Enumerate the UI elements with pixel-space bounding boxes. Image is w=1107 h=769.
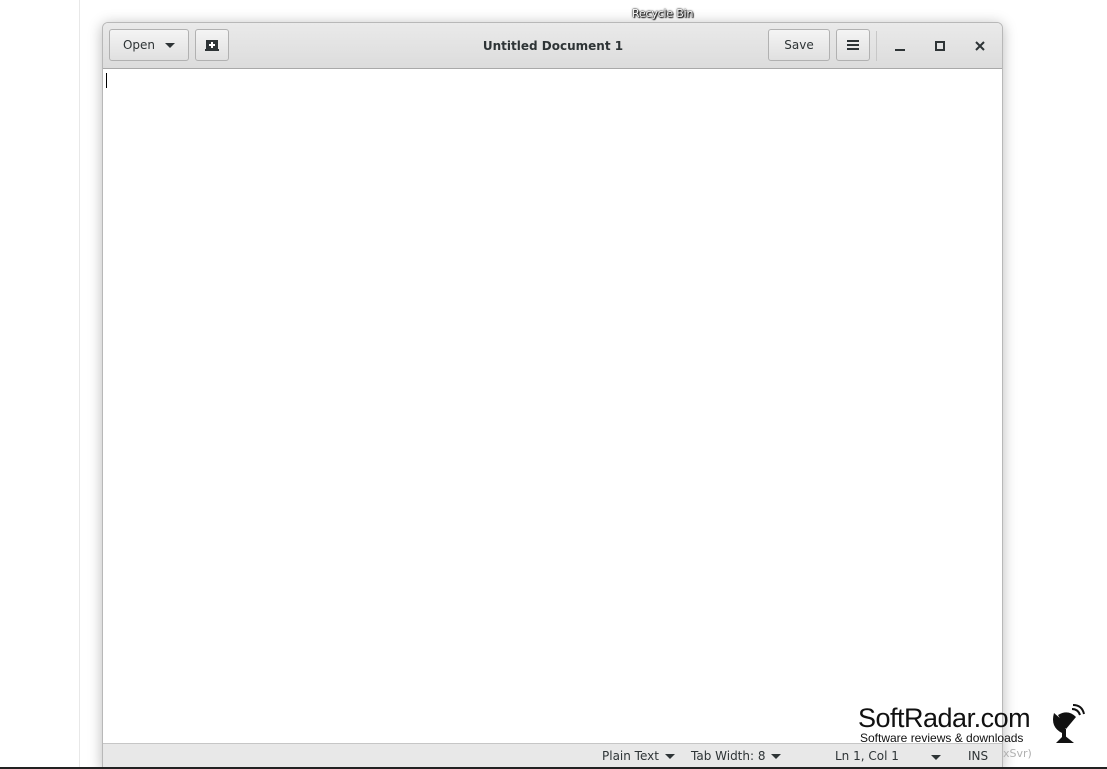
save-button[interactable]: Save <box>768 29 830 61</box>
recycle-bin-label[interactable]: Recycle Bin <box>632 7 693 20</box>
language-label: Plain Text <box>602 749 659 763</box>
minimize-button[interactable] <box>889 35 911 57</box>
chevron-down-icon[interactable] <box>931 755 941 760</box>
maximize-icon <box>935 41 945 51</box>
tab-width-selector[interactable]: Tab Width: 8 <box>691 749 782 763</box>
header-separator <box>876 31 877 61</box>
open-button-label: Open <box>122 38 156 52</box>
new-document-button[interactable] <box>195 29 229 61</box>
close-button[interactable] <box>969 35 991 57</box>
text-cursor <box>106 73 107 88</box>
text-editor-window: Open Untitled Document 1 Save Plain Text… <box>102 22 1003 769</box>
chevron-down-icon <box>165 42 176 48</box>
close-icon <box>975 41 985 51</box>
softradar-watermark: SoftRadar.com Software reviews & downloa… <box>858 703 1088 753</box>
menu-button[interactable] <box>836 29 870 61</box>
satellite-dish-icon <box>1053 704 1085 743</box>
window-title: Untitled Document 1 <box>482 39 624 53</box>
tab-width-label: Tab Width: 8 <box>691 749 766 763</box>
watermark-tagline: Software reviews & downloads <box>860 731 1024 745</box>
language-selector[interactable]: Plain Text <box>602 749 675 763</box>
desktop-background-edge <box>79 0 80 769</box>
chevron-down-icon <box>664 753 675 759</box>
desktop: Recycle Bin Open Untitled Document 1 Sav… <box>0 0 1107 769</box>
chevron-down-icon <box>771 753 782 759</box>
header-bar: Open Untitled Document 1 Save <box>103 23 1002 69</box>
new-document-icon <box>205 40 219 51</box>
open-button[interactable]: Open <box>109 29 189 61</box>
minimize-icon <box>895 49 905 51</box>
watermark-brand: SoftRadar.com <box>858 703 1031 733</box>
text-editor-area[interactable] <box>103 69 1002 743</box>
hamburger-menu-icon <box>847 40 859 50</box>
maximize-button[interactable] <box>929 35 951 57</box>
